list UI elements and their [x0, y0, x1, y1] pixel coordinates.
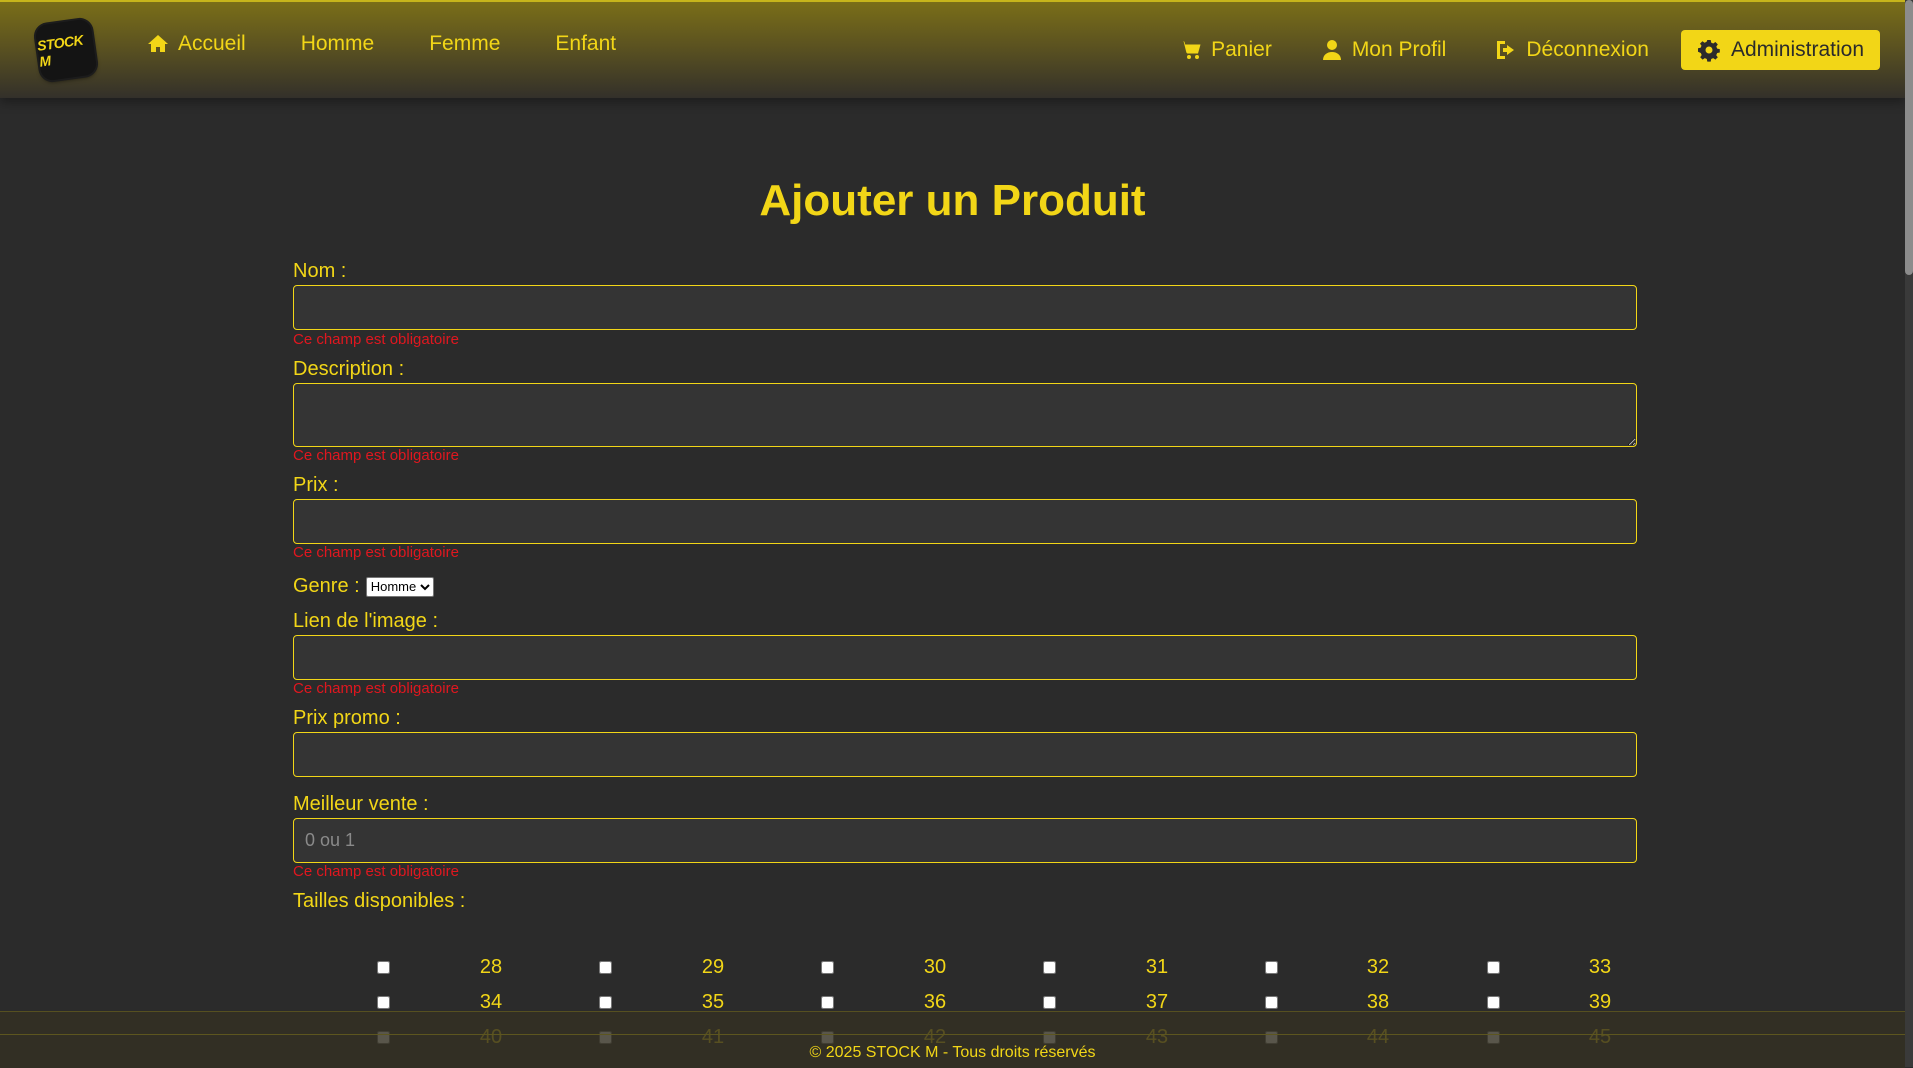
main-nav: Accueil Homme Femme Enfant [146, 32, 616, 56]
tailles-label: Tailles disponibles : [293, 890, 466, 912]
size-checkbox-39[interactable] [1487, 996, 1500, 1009]
nav-homme[interactable]: Homme [301, 32, 375, 56]
size-checkbox-37[interactable] [1043, 996, 1056, 1009]
nav-accueil[interactable]: Accueil [146, 32, 246, 56]
stockm-logo[interactable]: STOCK M [34, 18, 98, 82]
size-label-31: 31 [1145, 956, 1169, 978]
nav-deconnexion[interactable]: Déconnexion [1494, 38, 1649, 62]
prix-error: Ce champ est obligatoire [293, 544, 459, 561]
description-error: Ce champ est obligatoire [293, 447, 459, 464]
administration-button[interactable]: Administration [1680, 30, 1880, 70]
size-checkbox-28[interactable] [377, 961, 390, 974]
logout-icon [1497, 41, 1515, 59]
nom-label: Nom : [293, 260, 347, 282]
image-link-input[interactable] [293, 635, 1637, 680]
size-label-28: 28 [479, 956, 503, 978]
size-checkbox-35[interactable] [599, 996, 612, 1009]
nav-panier[interactable]: Panier [1179, 38, 1272, 62]
nav-deconnexion-label: Déconnexion [1526, 38, 1649, 61]
nav-accueil-label: Accueil [178, 32, 246, 55]
genre-label: Genre : [293, 575, 360, 597]
footer-copyright: © 2025 STOCK M - Tous droits réservés [809, 1044, 1096, 1061]
size-checkbox-33[interactable] [1487, 961, 1500, 974]
genre-select[interactable]: Homme [365, 576, 434, 597]
size-label-29: 29 [701, 956, 725, 978]
size-label-33: 33 [1588, 956, 1612, 978]
gear-icon [1697, 40, 1720, 62]
footer-divider [0, 1034, 1905, 1035]
meilleur-vente-input[interactable] [293, 818, 1637, 863]
top-navbar: STOCK M Accueil Homme Femme Enfant Panie… [0, 0, 1905, 98]
image-link-label: Lien de l'image : [293, 610, 439, 632]
prix-input[interactable] [293, 499, 1637, 544]
nav-mon-profil-label: Mon Profil [1351, 38, 1447, 61]
vertical-scrollbar[interactable] [1905, 0, 1913, 1067]
nav-enfant[interactable]: Enfant [555, 32, 616, 56]
cart-icon [1180, 41, 1201, 59]
size-checkbox-36[interactable] [821, 996, 834, 1009]
administration-label: Administration [1730, 38, 1864, 61]
user-icon [1322, 40, 1341, 60]
size-checkbox-29[interactable] [599, 961, 612, 974]
logo-text: STOCK M [36, 31, 85, 70]
description-label: Description : [293, 358, 405, 380]
description-textarea[interactable] [293, 383, 1637, 447]
scrollbar-thumb[interactable] [1905, 0, 1913, 275]
add-product-form: Nom : Ce champ est obligatoire Descripti… [293, 260, 1637, 913]
meilleur-vente-error: Ce champ est obligatoire [293, 863, 459, 880]
size-checkbox-32[interactable] [1265, 961, 1278, 974]
nom-input[interactable] [293, 285, 1637, 330]
nav-panier-label: Panier [1211, 38, 1272, 61]
size-checkbox-34[interactable] [377, 996, 390, 1009]
nom-error: Ce champ est obligatoire [293, 331, 459, 348]
meilleur-vente-label: Meilleur vente : [293, 793, 429, 815]
prix-promo-label: Prix promo : [293, 707, 401, 729]
home-icon [148, 35, 168, 52]
image-link-error: Ce champ est obligatoire [293, 680, 459, 697]
genre-row: Genre : Homme [293, 575, 1637, 598]
nav-enfant-label: Enfant [555, 32, 617, 55]
page-title: Ajouter un Produit [759, 176, 1146, 225]
account-nav: Panier Mon Profil Déconnexion Administra… [1179, 30, 1880, 70]
size-checkbox-30[interactable] [821, 961, 834, 974]
size-checkbox-38[interactable] [1265, 996, 1278, 1009]
nav-femme[interactable]: Femme [429, 32, 500, 56]
nav-homme-label: Homme [300, 32, 375, 55]
nav-femme-label: Femme [429, 32, 501, 55]
size-label-32: 32 [1366, 956, 1390, 978]
nav-mon-profil[interactable]: Mon Profil [1320, 38, 1447, 62]
size-checkbox-31[interactable] [1043, 961, 1056, 974]
page-footer: © 2025 STOCK M - Tous droits réservés [0, 1011, 1905, 1068]
size-label-30: 30 [923, 956, 947, 978]
prix-promo-input[interactable] [293, 732, 1637, 777]
sizes-row: 28 29 30 31 32 33 [293, 952, 1637, 987]
prix-label: Prix : [293, 474, 339, 496]
